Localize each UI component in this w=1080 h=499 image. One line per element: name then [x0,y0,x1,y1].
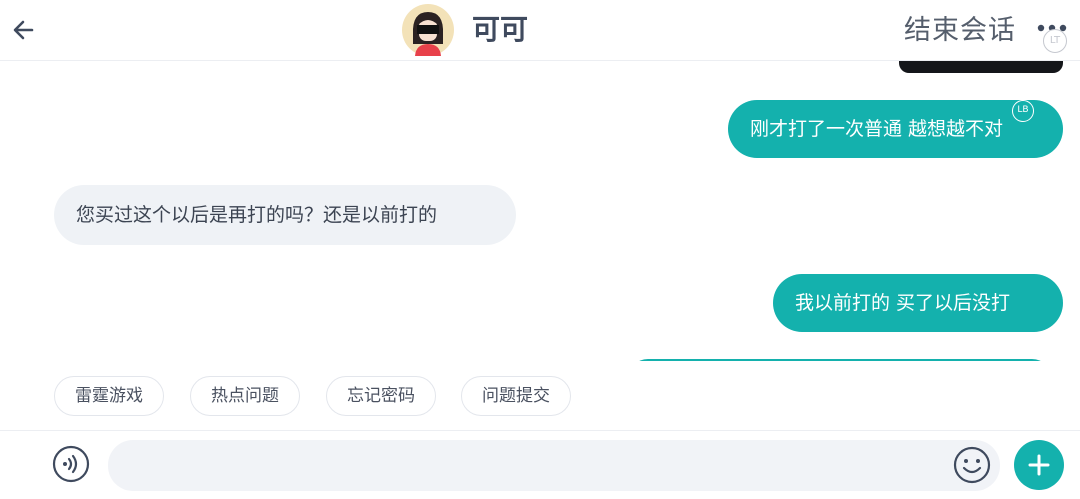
end-session-button[interactable]: 结束会话 [904,13,1016,49]
contact-name: 可可 [472,13,529,46]
quick-reply-chip[interactable]: 热点问题 [190,376,300,416]
quick-reply-bar: 雷霆游戏 热点问题 忘记密码 问题提交 [0,370,1080,426]
message-bubble-outgoing-partial[interactable] [628,359,1052,361]
quick-reply-chip[interactable]: 忘记密码 [326,376,436,416]
message-text: 刚才打了一次普通 越想越不对 [750,118,1004,140]
input-bar [0,430,1080,499]
chat-header: 可可 结束会话 LT [0,0,1080,61]
quick-reply-chip[interactable]: 问题提交 [461,376,571,416]
image-message-thumbnail[interactable] [899,61,1063,73]
back-arrow-icon[interactable] [10,16,38,44]
plus-button[interactable] [1014,440,1064,490]
emoji-icon[interactable] [953,446,991,484]
message-text: 您买过这个以后是再打的吗？还是以前打的 [76,204,438,226]
lt-badge: LT [1043,29,1067,53]
plus-icon [1028,454,1050,476]
message-bubble-incoming[interactable]: 您买过这个以后是再打的吗？还是以前打的 [54,185,516,245]
voice-icon[interactable] [52,445,90,483]
message-list[interactable]: 刚才打了一次普通 越想越不对 LB 您买过这个以后是再打的吗？还是以前打的 我以… [0,61,1080,361]
lb-badge: LB [1012,100,1034,122]
contact-avatar[interactable] [402,4,454,56]
message-text: 我以前打的 买了以后没打 [795,292,1011,314]
message-input[interactable] [108,440,1000,491]
message-bubble-outgoing[interactable]: 我以前打的 买了以后没打 [773,274,1063,332]
quick-reply-chip[interactable]: 雷霆游戏 [54,376,164,416]
